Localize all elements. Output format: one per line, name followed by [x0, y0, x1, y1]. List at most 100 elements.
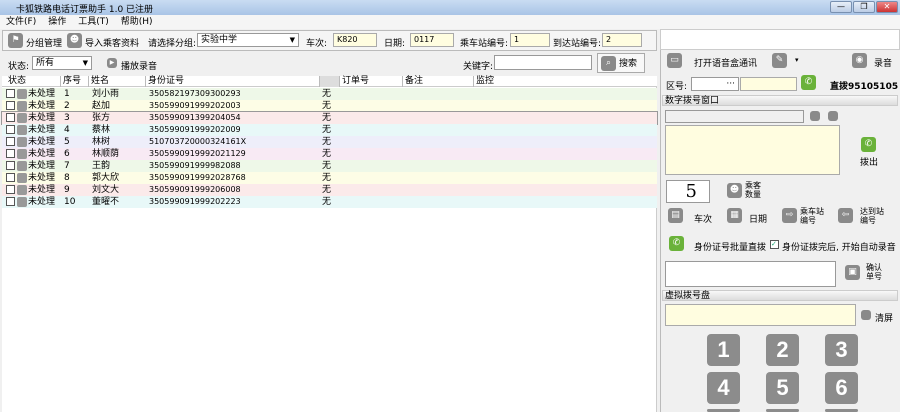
menu-file[interactable]: 文件(F): [6, 17, 36, 27]
wrench-icon[interactable]: ✎: [772, 53, 787, 68]
batch-dial-button[interactable]: 身份证号批量直拨: [694, 240, 766, 253]
message-icon[interactable]: [828, 111, 838, 121]
from-label: 乘车站编号:: [460, 39, 509, 49]
table-row[interactable]: 未处理 6 林顺荫 3505990919992021129 无: [2, 148, 657, 160]
key-4[interactable]: 4: [707, 372, 740, 404]
digit-textarea[interactable]: [665, 125, 840, 175]
menu-tools[interactable]: 工具(T): [78, 17, 109, 27]
dial-out-icon[interactable]: ✆: [861, 137, 876, 152]
row-id: 350599091999202009: [149, 125, 241, 134]
record-button[interactable]: 录音: [874, 56, 892, 69]
group-manage-button[interactable]: 分组管理: [26, 36, 62, 49]
train-label: 车次:: [306, 39, 328, 49]
person-icon: [17, 101, 27, 111]
group-select[interactable]: 实验中学 ▼: [197, 33, 299, 47]
clear-icon[interactable]: [861, 310, 871, 320]
phone-dial-icon[interactable]: ✆: [801, 75, 816, 90]
row-checkbox[interactable]: [6, 137, 15, 146]
table-row[interactable]: 未处理 3 张方 350599091399204054 无: [1, 111, 658, 125]
row-status: 未处理: [28, 89, 56, 99]
pad-display[interactable]: [665, 304, 856, 326]
phone-input[interactable]: [740, 77, 797, 91]
table-row[interactable]: 未处理 4 蔡林 350599091999202009 无: [2, 124, 657, 136]
menu-operate[interactable]: 操作: [48, 17, 66, 27]
row-checkbox[interactable]: [6, 173, 15, 182]
row-checkbox[interactable]: [6, 89, 15, 98]
train-button[interactable]: 车次: [694, 212, 712, 225]
row-id: 350599091999202223: [149, 197, 241, 206]
key-6[interactable]: 6: [825, 372, 858, 404]
table-row[interactable]: 未处理 9 刘文大 350599091999206008 无: [2, 184, 657, 196]
minimize-button[interactable]: —: [830, 1, 852, 13]
from-station-button[interactable]: 乘车站编号: [800, 207, 828, 225]
open-voice-button[interactable]: 打开语音盒通讯: [694, 56, 757, 69]
to-label: 到达站编号:: [553, 39, 602, 49]
close-button[interactable]: ✕: [876, 1, 898, 13]
key-3[interactable]: 3: [825, 334, 858, 366]
table-row[interactable]: 未处理 2 赵加 350599091999202003 无: [2, 100, 657, 112]
col-id[interactable]: 身份证号: [145, 76, 184, 87]
col-no[interactable]: 序号: [60, 76, 81, 87]
row-id: 350599091399204054: [149, 113, 241, 122]
key-5[interactable]: 5: [766, 372, 799, 404]
col-monitor[interactable]: 监控: [473, 76, 494, 87]
wrench-dropdown-icon[interactable]: ▾: [795, 56, 799, 64]
row-checkbox[interactable]: [6, 197, 15, 206]
confirm-input[interactable]: [665, 261, 836, 287]
to-input[interactable]: 2: [602, 33, 642, 47]
auto-record-checkbox[interactable]: ✓: [770, 240, 779, 249]
to-station-icon[interactable]: ⇦: [838, 208, 853, 223]
play-record-button[interactable]: 播放录音: [121, 59, 157, 72]
row-name: 张方: [92, 113, 111, 123]
dial-out-button[interactable]: 拨出: [860, 155, 878, 168]
menu-help[interactable]: 帮助(H): [121, 17, 153, 27]
row-checkbox[interactable]: [6, 101, 15, 110]
col-order[interactable]: 订单号: [339, 76, 369, 87]
table-row[interactable]: 未处理 7 王韵 350599091999982088 无: [2, 160, 657, 172]
save-icon[interactable]: ▣: [845, 265, 860, 280]
row-id: 350599091999202003: [149, 101, 241, 110]
status-value: 所有: [36, 58, 55, 68]
col-status[interactable]: 状态: [6, 76, 26, 87]
date-button[interactable]: 日期: [749, 212, 767, 225]
row-name: 董曜不: [92, 197, 120, 207]
row-name: 林树: [92, 137, 111, 147]
row-checkbox[interactable]: [6, 185, 15, 194]
table-row[interactable]: 未处理 1 刘小雨 350582197309300293 无: [2, 88, 657, 100]
key-1[interactable]: 1: [707, 334, 740, 366]
speaker-icon: [319, 76, 339, 87]
row-checkbox[interactable]: [6, 125, 15, 134]
from-station-icon[interactable]: ⇨: [782, 208, 797, 223]
confirm-button[interactable]: 确认单号: [866, 263, 884, 281]
digit-input[interactable]: [665, 110, 804, 123]
row-checkbox[interactable]: [6, 113, 15, 122]
row-order: 无: [322, 125, 332, 135]
edit-icon[interactable]: [810, 111, 820, 121]
table-row[interactable]: 未处理 10 董曜不 350599091999202223 无: [2, 196, 657, 208]
count-spinner[interactable]: 5: [666, 180, 710, 203]
calendar-icon[interactable]: ▦: [727, 208, 742, 223]
status-select[interactable]: 所有 ▼: [32, 56, 92, 70]
table-row[interactable]: 未处理 8 郭大欣 3505990919992028768 无: [2, 172, 657, 184]
train-input[interactable]: K820: [333, 33, 377, 47]
row-no: 10: [64, 197, 76, 207]
import-button[interactable]: 导入乘客资料: [85, 36, 139, 49]
row-checkbox[interactable]: [6, 149, 15, 158]
keyword-input[interactable]: [494, 55, 592, 70]
maximize-button[interactable]: ❐: [853, 1, 875, 13]
clear-button[interactable]: 清屏: [875, 311, 893, 324]
key-2[interactable]: 2: [766, 334, 799, 366]
table-row[interactable]: 未处理 5 林树 51070372000032416​1X 无: [2, 136, 657, 148]
search-button[interactable]: ⌕ 搜索: [597, 53, 645, 73]
train-icon[interactable]: ▤: [668, 208, 683, 223]
to-station-button[interactable]: 达到站编号: [860, 207, 888, 225]
col-note[interactable]: 备注: [402, 76, 423, 87]
col-name[interactable]: 姓名: [88, 76, 109, 87]
row-checkbox[interactable]: [6, 161, 15, 170]
row-name: 赵加: [92, 101, 111, 111]
batch-dial-icon[interactable]: ✆: [669, 236, 684, 251]
date-input[interactable]: 0117: [410, 33, 454, 47]
from-input[interactable]: 1: [510, 33, 550, 47]
area-code-input[interactable]: ···: [691, 77, 739, 91]
play-icon: ▶: [107, 58, 117, 68]
